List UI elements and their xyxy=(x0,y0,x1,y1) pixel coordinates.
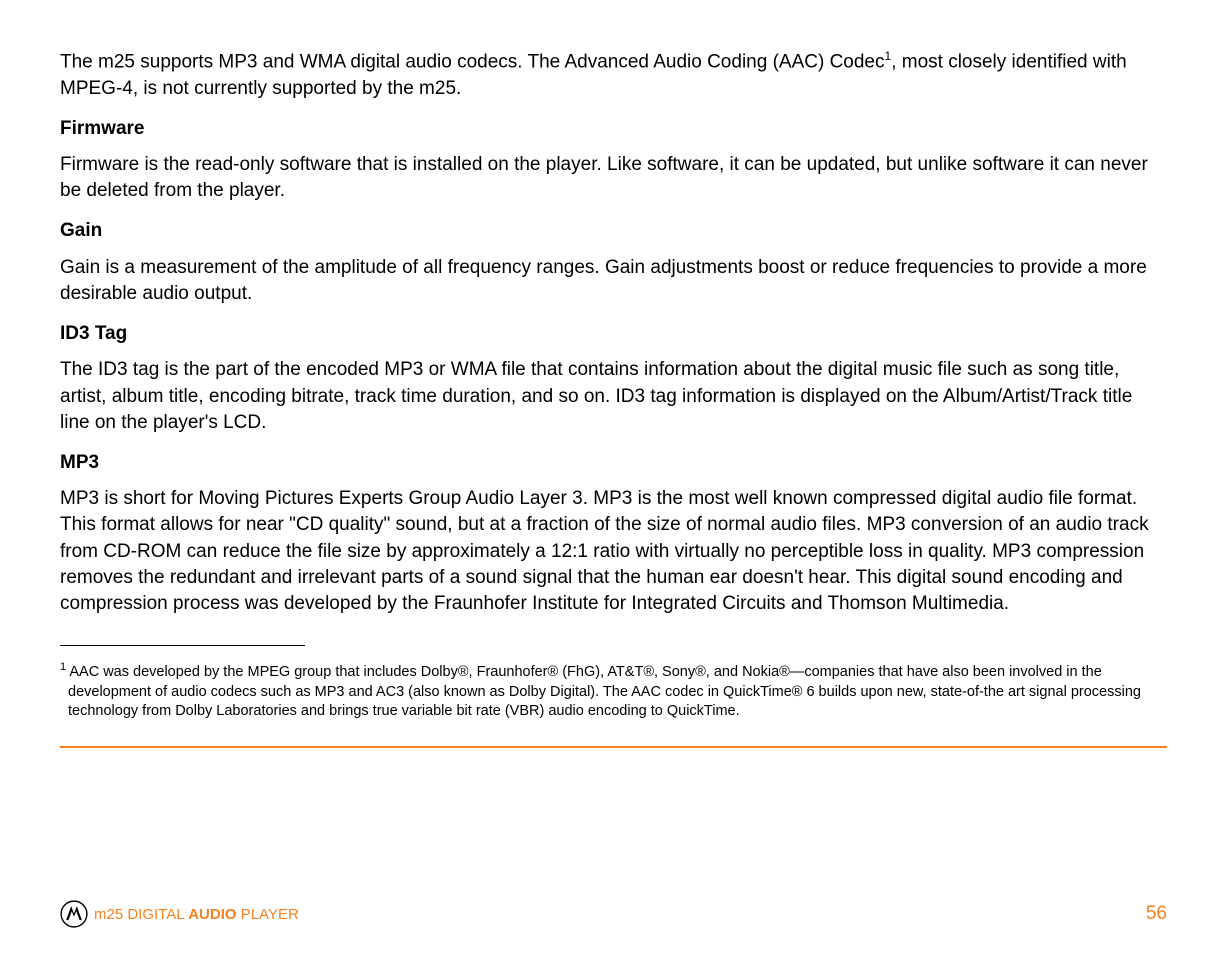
footer-product-label: m25 DIGITAL AUDIO PLAYER xyxy=(94,906,299,923)
footnote-1: 1 AAC was developed by the MPEG group th… xyxy=(60,660,1167,722)
page-footer: m25 DIGITAL AUDIO PLAYER 56 xyxy=(60,900,1167,928)
mp3-heading: MP3 xyxy=(60,450,1167,476)
intro-paragraph: The m25 supports MP3 and WMA digital aud… xyxy=(60,48,1167,102)
mp3-paragraph: MP3 is short for Moving Pictures Experts… xyxy=(60,486,1167,617)
document-body: The m25 supports MP3 and WMA digital aud… xyxy=(60,48,1167,748)
gain-heading: Gain xyxy=(60,218,1167,244)
footer-audio: AUDIO xyxy=(188,906,236,923)
gain-paragraph: Gain is a measurement of the amplitude o… xyxy=(60,255,1167,307)
footer-rule xyxy=(60,746,1167,748)
footer-suffix: PLAYER xyxy=(237,906,299,923)
footer-prefix: m25 DIGITAL xyxy=(94,906,188,923)
footnote-separator xyxy=(60,645,305,646)
intro-text-before: The m25 supports MP3 and WMA digital aud… xyxy=(60,51,885,72)
footer-left: m25 DIGITAL AUDIO PLAYER xyxy=(60,900,299,928)
id3-paragraph: The ID3 tag is the part of the encoded M… xyxy=(60,357,1167,436)
footnote-text-1: AAC was developed by the MPEG group that… xyxy=(66,664,1141,719)
page-number: 56 xyxy=(1146,903,1167,925)
motorola-logo-icon xyxy=(60,900,88,928)
firmware-paragraph: Firmware is the read-only software that … xyxy=(60,152,1167,204)
firmware-heading: Firmware xyxy=(60,116,1167,142)
id3-heading: ID3 Tag xyxy=(60,321,1167,347)
